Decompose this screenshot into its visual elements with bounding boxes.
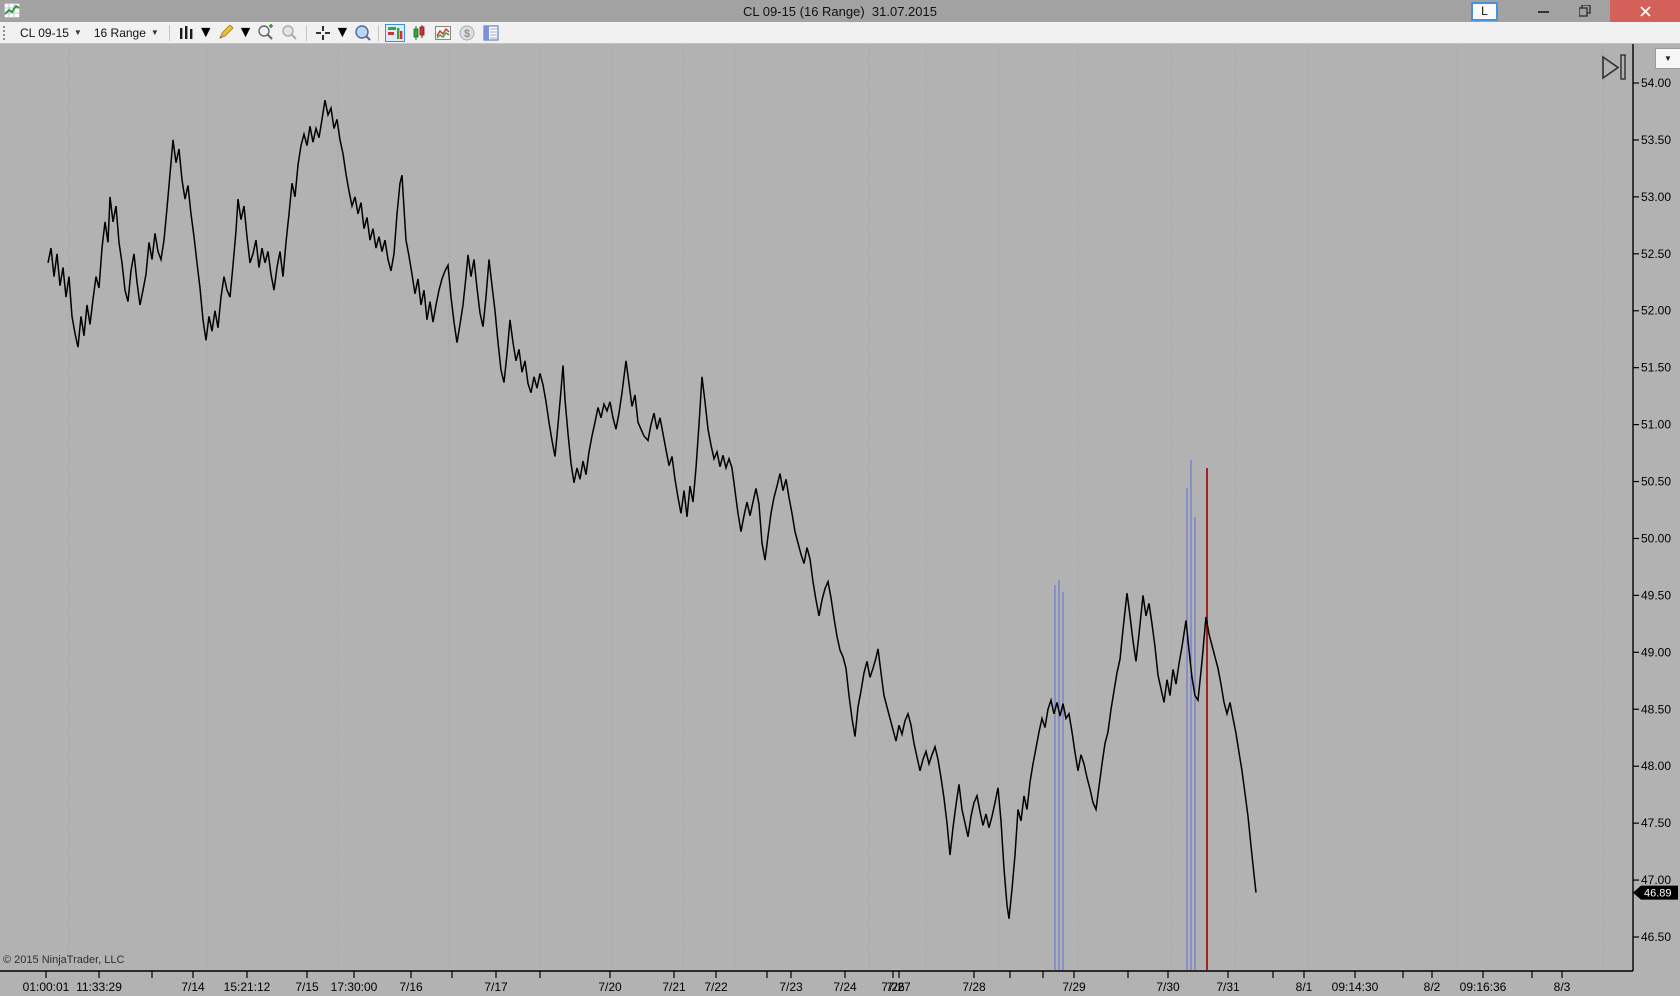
chart-toolbar: CL 09-15 ▼ 16 Range ▼ ▼ ▼ ▼ $	[0, 22, 1680, 44]
x-axis-label: 7/27	[887, 980, 911, 994]
data-box-icon[interactable]	[352, 24, 372, 42]
x-axis-label: 7/30	[1156, 980, 1180, 994]
indicators-icon[interactable]	[433, 24, 453, 42]
x-axis-label: 7/22	[704, 980, 728, 994]
candlestick-chart-icon[interactable]	[409, 24, 429, 42]
x-axis-label: 7/14	[181, 980, 205, 994]
x-axis-label: 17:30:00	[331, 980, 378, 994]
x-axis-label: 7/24	[833, 980, 857, 994]
x-axis-label: 7/16	[399, 980, 423, 994]
data-grid-icon[interactable]	[481, 24, 501, 42]
y-axis-label: 51.00	[1641, 418, 1671, 432]
x-axis-label: 7/21	[662, 980, 686, 994]
close-button[interactable]	[1610, 0, 1680, 22]
x-axis-label: 15:21:12	[224, 980, 271, 994]
chevron-down-icon: ▼	[150, 28, 159, 37]
svg-text:$: $	[464, 28, 470, 40]
chart-window-icon	[3, 2, 21, 19]
titlebar[interactable]: CL 09-15 (16 Range) 31.07.2015 L	[0, 0, 1680, 22]
x-axis-label: 7/29	[1062, 980, 1086, 994]
y-axis-label: 48.00	[1641, 759, 1671, 773]
x-axis-label: 8/2	[1424, 980, 1441, 994]
price-chart[interactable]: 54.00 53.50 53.00 52.50 52.00 51.50 51.00 50.50…	[0, 44, 1680, 996]
chevron-down-icon: ▼	[334, 23, 351, 41]
y-axis-label: 51.50	[1641, 361, 1671, 375]
x-axis-label: 09:14:30	[1332, 980, 1379, 994]
chart-style-icon	[176, 24, 196, 42]
y-axis-label: 49.50	[1641, 588, 1671, 602]
window-grip[interactable]	[3, 25, 9, 40]
crosshair-button[interactable]: ▼	[311, 23, 351, 42]
y-axis-label: 53.50	[1641, 133, 1671, 147]
chart-style-button[interactable]: ▼	[174, 24, 214, 42]
x-axis-label: 7/28	[962, 980, 986, 994]
interval-label: 16 Range	[93, 25, 146, 40]
chart-trader-icon[interactable]	[385, 23, 406, 42]
restore-button[interactable]	[1568, 0, 1602, 22]
drawing-tools-icon	[216, 24, 236, 42]
toolbar-separator	[305, 24, 307, 41]
zoom-out-icon[interactable]	[280, 24, 300, 42]
window-title: CL 09-15 (16 Range) 31.07.2015	[743, 3, 937, 19]
toolbar-separator	[168, 24, 170, 41]
y-axis-label: 49.00	[1641, 645, 1671, 659]
chevron-down-icon: ▼	[237, 23, 254, 41]
x-axis-label: 7/23	[779, 980, 803, 994]
go-to-end-bar-icon[interactable]	[1620, 54, 1626, 80]
drawing-tools-button[interactable]: ▼	[214, 24, 254, 42]
x-axis-label: 7/15	[295, 980, 319, 994]
close-icon	[1639, 5, 1651, 17]
price-line	[47, 99, 1257, 919]
x-axis-label: 09:16:36	[1460, 980, 1507, 994]
zoom-in-icon[interactable]	[256, 24, 276, 42]
restore-icon	[1579, 5, 1591, 17]
y-axis-label: 54.00	[1641, 76, 1671, 90]
y-axis-label: 46.50	[1641, 930, 1671, 944]
instrument-label: CL 09-15	[20, 25, 69, 40]
last-price-label: 46.89	[1644, 888, 1672, 900]
instrument-selector[interactable]: CL 09-15 ▼	[15, 25, 87, 41]
axis-dropdown-button[interactable]: ▼	[1655, 48, 1680, 69]
x-axis-label: 8/3	[1554, 980, 1571, 994]
x-axis-label: 8/1	[1296, 980, 1313, 994]
chevron-down-icon: ▼	[73, 28, 82, 37]
y-axis-label: 52.00	[1641, 304, 1671, 318]
x-axis-label: 7/31	[1216, 980, 1240, 994]
crosshair-icon	[313, 24, 333, 42]
y-axis-label: 47.50	[1641, 816, 1671, 830]
y-axis-label: 53.00	[1641, 190, 1671, 204]
chart-canvas[interactable]: 54.00 53.50 53.00 52.50 52.00 51.50 51.00 50.50…	[0, 44, 1680, 996]
toolbar-separator	[378, 24, 380, 41]
y-axis-label: 47.00	[1641, 873, 1671, 887]
chevron-down-icon: ▼	[197, 23, 214, 41]
x-axis-label: 7/20	[598, 980, 622, 994]
y-axis-label: 50.00	[1641, 531, 1671, 545]
y-axis-label: 52.50	[1641, 247, 1671, 261]
go-to-end-icon[interactable]	[1602, 55, 1620, 80]
minimize-icon	[1537, 10, 1549, 13]
link-button[interactable]: L	[1471, 1, 1498, 21]
x-axis-label: 01:00:01	[23, 980, 70, 994]
interval-selector[interactable]: 16 Range ▼	[89, 25, 164, 41]
y-axis-label: 50.50	[1641, 475, 1671, 489]
x-axis-label: 11:33:29	[76, 980, 122, 994]
x-axis-label: 7/17	[484, 980, 508, 994]
minimize-button[interactable]	[1526, 0, 1560, 22]
account-dollar-icon[interactable]: $	[457, 24, 477, 42]
copyright-watermark: © 2015 NinjaTrader, LLC	[3, 954, 125, 966]
y-axis-label: 48.50	[1641, 702, 1671, 716]
